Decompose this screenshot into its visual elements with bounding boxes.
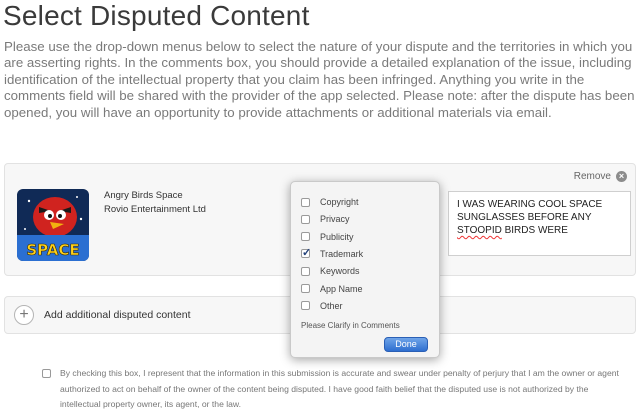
checkbox[interactable] (301, 197, 310, 207)
checkbox[interactable] (301, 266, 310, 276)
clarify-note: Please Clarify in Comments (301, 321, 400, 330)
dispute-option-label: Privacy (320, 214, 350, 225)
done-button[interactable]: Done (384, 337, 428, 352)
dispute-option-label: App Name (320, 283, 363, 294)
dispute-option-keywords[interactable]: Keywords (301, 265, 360, 277)
intro-text: Please use the drop-down menus below to … (4, 39, 635, 120)
dispute-option-copyright[interactable]: Copyright (301, 196, 359, 208)
terms-checkbox[interactable] (42, 369, 51, 378)
comments-line-2: SUNGLASSES BEFORE ANY (457, 212, 592, 223)
remove-button[interactable]: Remove × (574, 171, 627, 182)
plus-icon[interactable]: + (14, 305, 34, 325)
comments-line-1: I WAS WEARING COOL SPACE (457, 199, 603, 210)
dispute-option-label: Copyright (320, 197, 359, 207)
dispute-option-other[interactable]: Other (301, 300, 343, 312)
checkbox[interactable] (301, 284, 310, 293)
dispute-type-dropdown: Copyright Privacy Publicity Trademark Keywor… (290, 181, 440, 358)
app-icon: SPACE (17, 189, 89, 261)
dispute-option-trademark[interactable]: Trademark (301, 246, 364, 260)
add-content-label: Add additional disputed content (44, 309, 191, 321)
comments-line-3-rest: BIRDS WERE (501, 225, 568, 236)
checkbox[interactable] (301, 214, 310, 224)
app-icon-caption: SPACE (26, 241, 79, 259)
remove-label: Remove (573, 171, 611, 182)
dispute-option-label: Other (320, 300, 343, 311)
dispute-option-label: Publicity (320, 231, 354, 242)
checkbox[interactable] (301, 301, 310, 311)
comments-flagged-word: STOOPID (457, 225, 502, 236)
dispute-option-label: Keywords (320, 266, 360, 277)
comments-line-3: STOOPID BIRDS WERE (457, 224, 622, 237)
terms-text: By checking this box, I represent that t… (60, 368, 619, 409)
checkbox[interactable] (301, 246, 311, 259)
checkbox[interactable] (301, 232, 310, 242)
comments-field[interactable]: I WAS WEARING COOL SPACE SUNGLASSES BEFO… (448, 191, 631, 256)
close-icon[interactable]: × (616, 171, 627, 182)
dispute-option-publicity[interactable]: Publicity (301, 231, 354, 243)
developer-name: Rovio Entertainment Ltd (104, 204, 206, 215)
page-title: Select Disputed Content (3, 0, 310, 31)
dispute-option-label: Trademark (320, 248, 364, 259)
dispute-option-app-name[interactable]: App Name (301, 283, 363, 295)
app-name: Angry Birds Space (104, 190, 183, 201)
dispute-option-privacy[interactable]: Privacy (301, 213, 350, 225)
